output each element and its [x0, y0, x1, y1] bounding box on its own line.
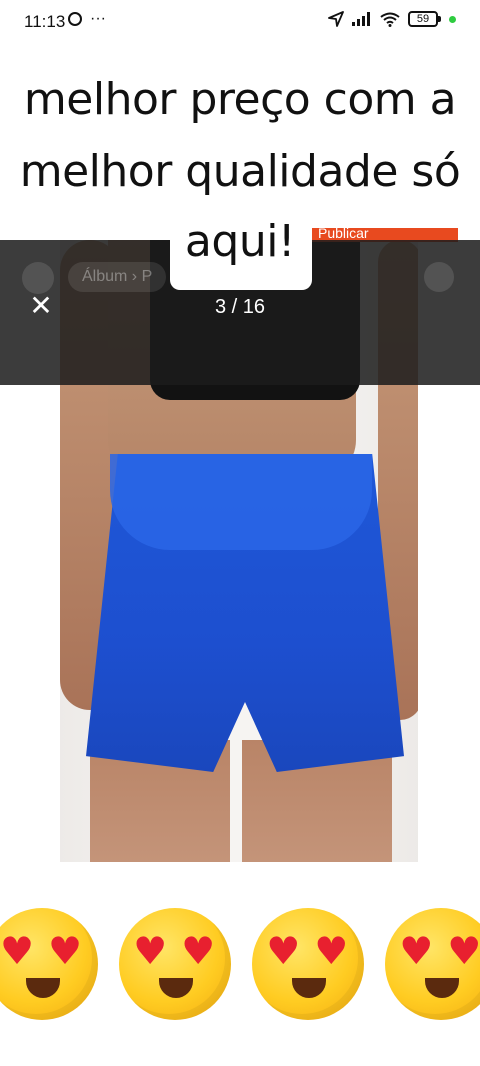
heart-eyes-emoji-icon: ♥ ♥ [0, 908, 98, 1020]
photo-shorts-waistband [110, 454, 372, 550]
heart-eyes-emoji-icon: ♥ ♥ [385, 908, 480, 1020]
caption-line-1: melhor preço com a [23, 74, 457, 125]
whatsapp-icon [68, 12, 82, 26]
emoji-row: ♥ ♥ ♥ ♥ ♥ ♥ ♥ ♥ [0, 908, 480, 1024]
privacy-indicator-dot [449, 15, 456, 23]
status-left-icons: ··· [68, 10, 106, 27]
battery-tip [438, 16, 441, 22]
heart-eyes-emoji-icon: ♥ ♥ [252, 908, 365, 1020]
location-arrow-icon [328, 11, 344, 27]
status-right-icons: 59 [328, 11, 456, 27]
more-notifications-icon: ··· [90, 10, 106, 27]
image-counter: 3 / 16 [214, 296, 266, 318]
battery-level: 59 [408, 11, 438, 27]
caption-line-2: melhor qualidade só [19, 146, 461, 197]
status-bar: 11:13 ··· 59 [0, 0, 480, 46]
caption-line-3: aqui! [184, 216, 296, 267]
wifi-icon [380, 12, 400, 27]
heart-eyes-emoji-icon: ♥ ♥ [119, 908, 232, 1020]
battery-icon: 59 [408, 11, 441, 27]
signal-icon [352, 12, 370, 26]
status-time: 11:13 [24, 12, 66, 31]
